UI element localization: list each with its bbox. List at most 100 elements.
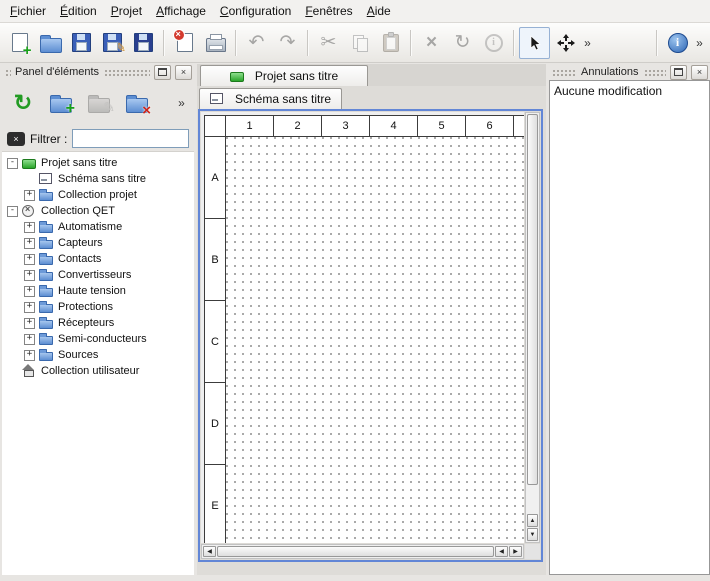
- toolbar-separator: [235, 30, 237, 56]
- scroll-right-button[interactable]: ▶: [509, 546, 522, 557]
- menu-item[interactable]: Projet: [104, 1, 149, 21]
- menu-item[interactable]: Configuration: [213, 1, 298, 21]
- tree-item[interactable]: Collection utilisateur: [2, 363, 194, 379]
- left-arrow-icon: ◀: [499, 548, 504, 555]
- project-icon: [230, 70, 245, 82]
- menu-item[interactable]: Édition: [53, 1, 104, 21]
- new-document-button[interactable]: [4, 27, 35, 59]
- ruler-row-label: A: [205, 137, 225, 219]
- elements-panel-header[interactable]: Panel d'éléments ×: [2, 64, 194, 80]
- tree-item-icon: [39, 285, 54, 297]
- filter-row: × Filtrer :: [2, 126, 194, 151]
- tree-expander[interactable]: [7, 206, 18, 217]
- undo-button[interactable]: ↶: [241, 27, 272, 59]
- toolbar-separator: [513, 30, 515, 56]
- dock-drag-texture: [551, 68, 577, 76]
- paste-button[interactable]: [375, 27, 406, 59]
- diagram-grid-canvas[interactable]: [226, 137, 524, 543]
- diagram-tab[interactable]: Schéma sans titre: [199, 88, 342, 109]
- save-as-button[interactable]: ✎: [97, 27, 128, 59]
- scroll-left-button-2[interactable]: ◀: [495, 546, 508, 557]
- menu-item[interactable]: Fenêtres: [298, 1, 359, 21]
- scroll-up-button[interactable]: ▲: [527, 514, 538, 527]
- undo-panel-header[interactable]: Annulations ×: [549, 64, 710, 80]
- new-element-icon: +: [50, 98, 72, 113]
- new-element-button[interactable]: +: [46, 87, 76, 119]
- undo-history-list[interactable]: Aucune modification: [549, 80, 710, 575]
- copy-button[interactable]: [344, 27, 375, 59]
- tree-item-icon: [39, 269, 54, 281]
- vertical-scrollbar-thumb[interactable]: [527, 114, 538, 485]
- close-icon: ×: [181, 67, 186, 77]
- toolbar-overflow-button[interactable]: »: [581, 36, 594, 50]
- tree-item[interactable]: Schéma sans titre: [2, 171, 194, 187]
- save-button[interactable]: [66, 27, 97, 59]
- pan-mode-button[interactable]: [550, 27, 581, 59]
- tree-item[interactable]: Semi-conducteurs: [2, 331, 194, 347]
- undo-panel-title: Annulations: [581, 66, 639, 78]
- tree-expander[interactable]: [24, 302, 35, 313]
- tree-expander[interactable]: [24, 334, 35, 345]
- delete-element-button[interactable]: ×: [122, 87, 152, 119]
- tree-item-icon: [22, 365, 37, 377]
- tree-expander[interactable]: [7, 158, 18, 169]
- rotate-button[interactable]: ↻: [447, 27, 478, 59]
- project-window: Schéma sans titre 123456 ABCDE: [197, 86, 546, 575]
- tree-item[interactable]: Haute tension: [2, 283, 194, 299]
- tree-expander[interactable]: [24, 318, 35, 329]
- tree-item-label: Collection utilisateur: [41, 365, 139, 377]
- ruler-corner: [205, 116, 226, 136]
- tree-item[interactable]: Contacts: [2, 251, 194, 267]
- tree-expander[interactable]: [24, 190, 35, 201]
- tree-expander[interactable]: [24, 254, 35, 265]
- menu-item[interactable]: Affichage: [149, 1, 213, 21]
- vertical-scrollbar[interactable]: ▲ ▼: [525, 112, 540, 543]
- tree-item[interactable]: Récepteurs: [2, 315, 194, 331]
- tree-expander[interactable]: [24, 238, 35, 249]
- toolbar-overflow-button[interactable]: »: [693, 36, 706, 50]
- tree-item-label: Schéma sans titre: [58, 173, 146, 185]
- tree-expander[interactable]: [24, 286, 35, 297]
- float-panel-button[interactable]: [154, 65, 171, 80]
- diagram-viewport[interactable]: 123456 ABCDE: [201, 112, 524, 543]
- horizontal-scrollbar[interactable]: ◀ ◀ ▶: [201, 544, 524, 559]
- clear-filter-button[interactable]: ×: [7, 132, 25, 146]
- conductor-info-button[interactable]: i: [478, 27, 509, 59]
- edit-element-button[interactable]: ✎: [84, 87, 114, 119]
- horizontal-scrollbar-thumb[interactable]: [217, 546, 494, 557]
- tree-item[interactable]: Automatisme: [2, 219, 194, 235]
- float-panel-button[interactable]: [670, 65, 687, 80]
- redo-button[interactable]: ↷: [272, 27, 303, 59]
- delete-element-icon: ×: [126, 98, 148, 113]
- filter-input[interactable]: [72, 129, 189, 148]
- tree-item[interactable]: Sources: [2, 347, 194, 363]
- tree-item[interactable]: Collection projet: [2, 187, 194, 203]
- scroll-left-button[interactable]: ◀: [203, 546, 216, 557]
- tree-expander[interactable]: [24, 270, 35, 281]
- tree-expander[interactable]: [24, 222, 35, 233]
- delete-button[interactable]: ×: [416, 27, 447, 59]
- menu-item[interactable]: Aide: [360, 1, 398, 21]
- tree-item[interactable]: Projet sans titre: [2, 155, 194, 171]
- close-panel-button[interactable]: ×: [691, 65, 708, 80]
- reload-collections-button[interactable]: ↻: [8, 87, 38, 119]
- close-panel-button[interactable]: ×: [175, 65, 192, 80]
- save-all-button[interactable]: [128, 27, 159, 59]
- menu-item[interactable]: Fichier: [3, 1, 53, 21]
- tree-item-label: Collection QET: [41, 205, 115, 217]
- open-document-button[interactable]: [35, 27, 66, 59]
- tree-item[interactable]: Convertisseurs: [2, 267, 194, 283]
- close-file-button[interactable]: [169, 27, 200, 59]
- new-document-icon: [12, 33, 28, 52]
- project-tab[interactable]: Projet sans titre: [200, 65, 368, 86]
- select-mode-button[interactable]: [519, 27, 550, 59]
- about-qet-button[interactable]: i: [662, 27, 693, 59]
- scroll-down-button[interactable]: ▼: [527, 528, 538, 541]
- cut-button[interactable]: ✂: [313, 27, 344, 59]
- tree-expander[interactable]: [24, 350, 35, 361]
- panel-toolbar-overflow-button[interactable]: »: [175, 96, 188, 110]
- tree-item[interactable]: Protections: [2, 299, 194, 315]
- tree-item[interactable]: Collection QET: [2, 203, 194, 219]
- tree-item[interactable]: Capteurs: [2, 235, 194, 251]
- print-button[interactable]: [200, 27, 231, 59]
